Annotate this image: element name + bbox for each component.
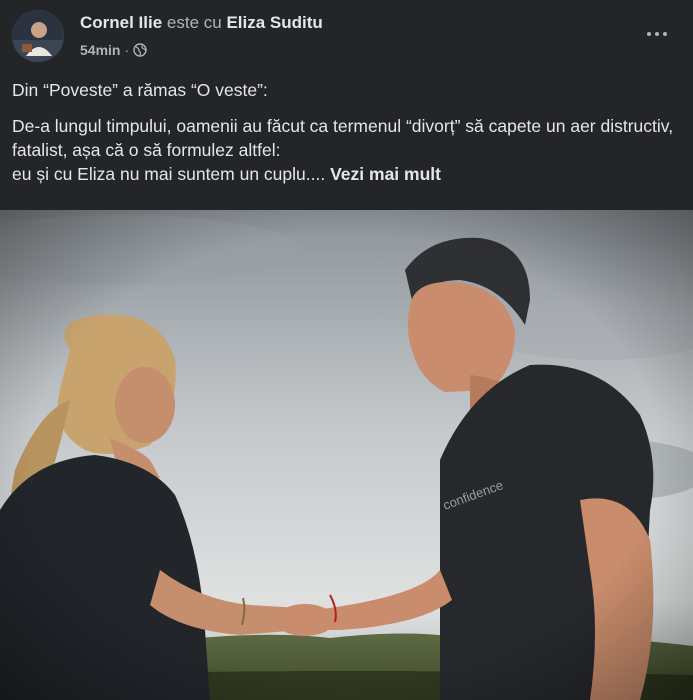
post-photo[interactable]: confidence xyxy=(0,210,693,700)
with-text: este cu xyxy=(166,13,222,32)
post-header: Cornel Ilie este cu Eliza Suditu 54min · xyxy=(0,0,693,72)
dot xyxy=(655,32,659,36)
more-options-icon[interactable] xyxy=(639,16,675,52)
author-avatar[interactable] xyxy=(12,10,64,62)
post-text-line: Din “Poveste” a rămas “O veste”: xyxy=(12,80,268,100)
post-text-paragraph: De-a lungul timpului, oamenii au făcut c… xyxy=(12,114,682,186)
post-text-line: eu și cu Eliza nu mai suntem un cuplu...… xyxy=(12,164,326,184)
tagged-name[interactable]: Eliza Suditu xyxy=(226,13,322,32)
post-text-line: De-a lungul timpului, oamenii au făcut c… xyxy=(12,116,674,160)
post-text: Din “Poveste” a rămas “O veste”: De-a lu… xyxy=(12,78,682,198)
dot xyxy=(647,32,651,36)
post-meta: 54min · xyxy=(80,42,147,58)
facebook-post: Cornel Ilie este cu Eliza Suditu 54min ·… xyxy=(0,0,693,700)
meta-separator: · xyxy=(124,42,130,58)
author-line: Cornel Ilie este cu Eliza Suditu xyxy=(80,12,323,34)
post-time[interactable]: 54min xyxy=(80,42,120,58)
globe-icon[interactable] xyxy=(133,43,147,57)
author-name[interactable]: Cornel Ilie xyxy=(80,13,162,32)
see-more-link[interactable]: Vezi mai mult xyxy=(330,164,441,184)
dot xyxy=(663,32,667,36)
